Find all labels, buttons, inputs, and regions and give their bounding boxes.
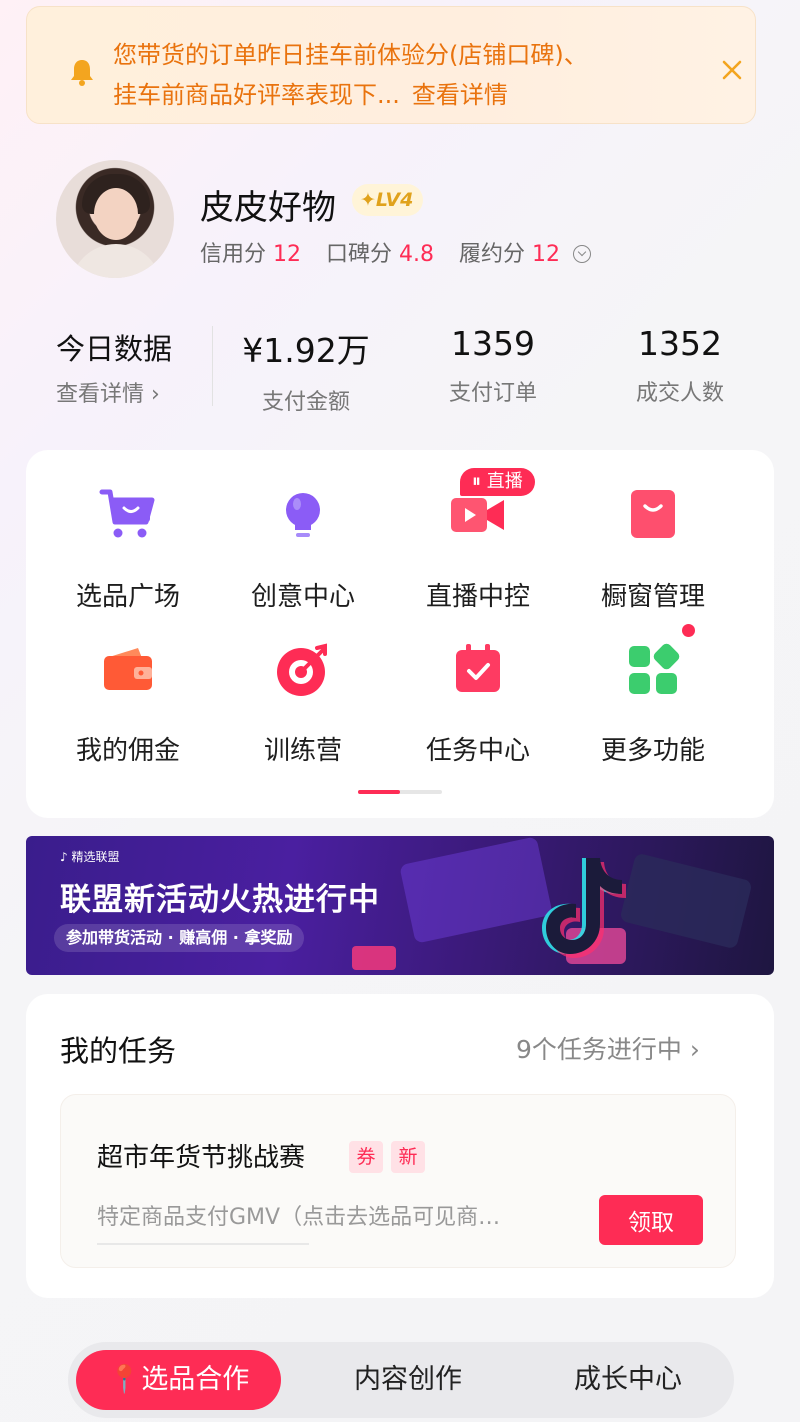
wallet-icon	[104, 648, 152, 690]
grid-item-live-control[interactable]: 直播中控	[388, 486, 568, 613]
grid-item-label: 任务中心	[425, 736, 530, 766]
grid-item-label: 选品广场	[75, 582, 180, 612]
divider	[212, 326, 213, 406]
task-name: 超市年货节挑战赛	[97, 1143, 306, 1173]
stat-value: 1352	[638, 324, 722, 363]
notice-banner[interactable]: 您带货的订单昨日挂车前体验分(店铺口碑)、 挂车前商品好评率表现下... 查看详情	[26, 6, 756, 124]
reputation-value: 4.8	[399, 242, 435, 267]
live-tag-label: 直播	[486, 471, 523, 492]
tab-content-creation[interactable]: 内容创作	[308, 1342, 508, 1418]
sparkle-icon: ✦	[360, 189, 376, 211]
task-item[interactable]: 超市年货节挑战赛 券 新 特定商品支付GMV（点击去选品可见商… 领取	[60, 1094, 736, 1268]
calendar-check-icon	[456, 644, 500, 692]
grid-item-label: 更多功能	[600, 736, 705, 766]
level-text: LV4	[375, 189, 414, 211]
credit-label: 信用分	[200, 242, 267, 267]
grid-item-label: 创意中心	[250, 582, 355, 612]
grid-item-product-square[interactable]: 选品广场	[38, 486, 218, 613]
tasks-title: 我的任务	[60, 1034, 177, 1068]
grid-item-commission[interactable]: 我的佣金	[38, 640, 218, 767]
target-icon	[277, 643, 327, 696]
grid-item-label: 我的佣金	[75, 736, 180, 766]
avatar-face	[94, 188, 138, 240]
stat-label: 支付金额	[261, 390, 350, 415]
fulfillment-value: 12	[532, 242, 561, 267]
tiktok-small-icon: ♪	[60, 850, 72, 864]
tab-product-cooperation[interactable]: 📍选品合作	[76, 1350, 281, 1410]
bell-icon	[71, 60, 93, 86]
tasks-more-link[interactable]: 9个任务进行中 ›	[516, 1030, 700, 1066]
apps-grid-icon	[629, 643, 680, 694]
grid-item-label: 橱窗管理	[600, 582, 705, 612]
grid-item-training-camp[interactable]: 训练营	[213, 640, 393, 767]
grid-item-showcase[interactable]: 橱窗管理	[563, 486, 743, 613]
stat-buyers[interactable]: 1352 成交人数	[590, 324, 770, 407]
profile-name: 皮皮好物	[200, 188, 336, 228]
grid-item-label: 训练营	[263, 736, 342, 766]
score-row[interactable]: 信用分 12 口碑分 4.8 履约分 12	[200, 236, 592, 268]
stat-label: 成交人数	[635, 381, 724, 406]
claim-button[interactable]: 领取	[599, 1195, 703, 1245]
live-tag: ⏸ 直播	[460, 468, 535, 496]
close-icon[interactable]	[719, 57, 745, 83]
avatar[interactable]	[56, 160, 174, 278]
today-title: 今日数据	[56, 332, 173, 366]
tab-growth-center[interactable]: 成长中心	[528, 1342, 728, 1418]
my-tasks-card: 我的任务 9个任务进行中 › 超市年货节挑战赛 券 新 特定商品支付GMV（点击…	[26, 994, 774, 1298]
page-indicator	[358, 790, 442, 794]
stat-value: ¥1.92万	[242, 331, 370, 370]
tab-label: 选品合作	[141, 1364, 250, 1395]
task-progress-track	[97, 1243, 309, 1245]
today-stats: 今日数据 查看详情 › ¥1.92万 支付金额 1359 支付订单 1352 成…	[0, 320, 800, 415]
notice-text: 您带货的订单昨日挂车前体验分(店铺口碑)、 挂车前商品好评率表现下... 查看详情	[113, 35, 673, 115]
banner-subline: 参加带货活动 · 赚高佣 · 拿奖励	[54, 924, 305, 952]
credit-value: 12	[273, 242, 302, 267]
live-wave-icon: ⏸	[472, 471, 487, 492]
banner-brand-text: 精选联盟	[71, 850, 120, 864]
level-badge: ✦LV4	[352, 184, 424, 216]
notification-dot	[682, 624, 695, 637]
banner-headline: 联盟新活动火热进行中	[60, 882, 380, 918]
avatar-body	[70, 244, 162, 278]
cart-icon	[99, 489, 155, 538]
grid-item-creative-center[interactable]: 创意中心	[213, 486, 393, 613]
lightbulb-icon	[286, 493, 320, 537]
reputation-label: 口碑分	[326, 242, 393, 267]
grid-item-more-functions[interactable]: 更多功能	[563, 640, 743, 767]
promo-banner[interactable]: ♪ 精选联盟 联盟新活动火热进行中 参加带货活动 · 赚高佣 · 拿奖励	[26, 836, 774, 975]
stat-value: 1359	[451, 324, 535, 363]
stat-label: 支付订单	[448, 381, 537, 406]
page-indicator-active	[358, 790, 400, 794]
grid-item-task-center[interactable]: 任务中心	[388, 640, 568, 767]
grid-item-label: 直播中控	[425, 582, 530, 612]
today-detail-link[interactable]: 查看详情 ›	[56, 376, 160, 408]
task-description: 特定商品支付GMV（点击去选品可见商…	[97, 1205, 501, 1230]
shopping-bag-icon	[631, 490, 675, 538]
stat-payment-orders[interactable]: 1359 支付订单	[403, 324, 583, 407]
new-tag: 新	[391, 1141, 425, 1173]
fulfillment-label: 履约分	[459, 242, 526, 267]
stat-payment-amount[interactable]: ¥1.92万 支付金额	[216, 324, 396, 416]
bottom-nav: 📍选品合作 内容创作 成长中心	[68, 1342, 734, 1418]
notice-line-2: 挂车前商品好评率表现下...	[113, 81, 400, 109]
notice-line-1: 您带货的订单昨日挂车前体验分(店铺口碑)、	[113, 41, 588, 69]
chevron-down-icon[interactable]	[573, 245, 592, 263]
location-pin-icon: 📍	[107, 1364, 142, 1395]
coupon-tag: 券	[349, 1141, 383, 1173]
notice-detail-link[interactable]: 查看详情	[412, 81, 508, 109]
banner-brand: ♪ 精选联盟	[60, 848, 120, 865]
